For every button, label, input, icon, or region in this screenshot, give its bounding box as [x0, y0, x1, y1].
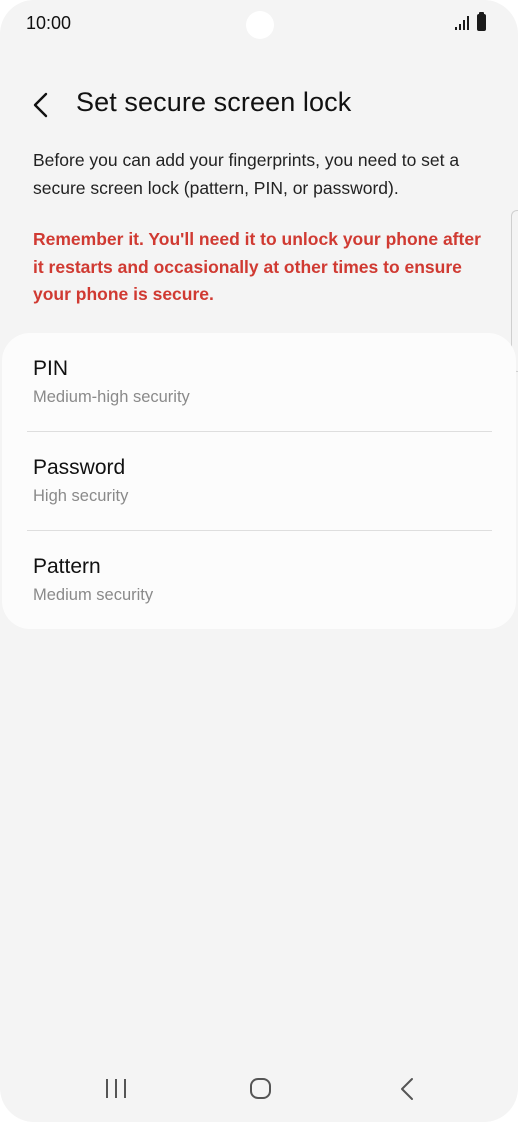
- home-icon: [250, 1078, 271, 1099]
- warning-text: Remember it. You'll need it to unlock yo…: [33, 229, 481, 304]
- battery-icon: [477, 12, 486, 31]
- description-text: Before you can add your fingerprints, yo…: [33, 150, 460, 198]
- signal-icon: [455, 16, 469, 30]
- back-icon: [401, 1078, 413, 1100]
- option-pin[interactable]: PIN Medium-high security: [2, 333, 516, 431]
- status-bar: 10:00: [0, 0, 518, 48]
- lock-options-card: PIN Medium-high security Password High s…: [2, 333, 516, 629]
- recent-apps-icon: [106, 1079, 126, 1098]
- back-button[interactable]: [26, 84, 62, 124]
- option-password[interactable]: Password High security: [2, 432, 516, 530]
- option-title: Password: [33, 456, 126, 479]
- front-camera: [246, 11, 274, 39]
- option-subtitle: Medium security: [33, 586, 154, 604]
- phone-screen: 10:00 Set secure screen lock Before you …: [0, 0, 518, 1122]
- back-nav-button[interactable]: [385, 1070, 429, 1110]
- option-pattern[interactable]: Pattern Medium security: [2, 531, 516, 629]
- option-title: Pattern: [33, 555, 101, 578]
- chevron-left-icon: [33, 92, 48, 118]
- recent-apps-button[interactable]: [95, 1070, 139, 1110]
- option-subtitle: Medium-high security: [33, 388, 190, 406]
- option-subtitle: High security: [33, 487, 129, 505]
- status-time: 10:00: [26, 13, 72, 33]
- option-title: PIN: [33, 357, 69, 380]
- navigation-bar: [0, 1062, 518, 1118]
- home-button[interactable]: [238, 1070, 282, 1110]
- header: Set secure screen lock: [0, 80, 518, 130]
- page-title: Set secure screen lock: [76, 87, 352, 117]
